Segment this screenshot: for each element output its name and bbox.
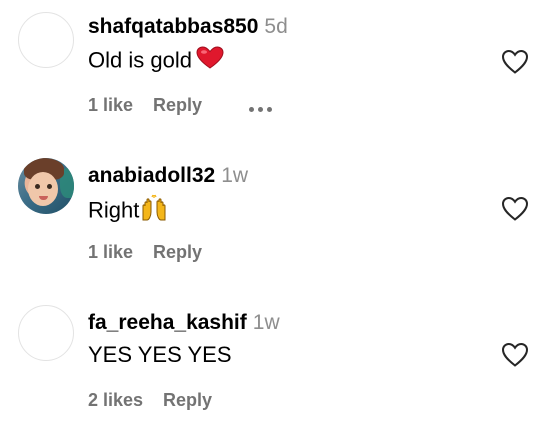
- reply-button[interactable]: Reply: [163, 389, 212, 411]
- comment-actions: 2 likes Reply: [88, 389, 232, 411]
- username[interactable]: fa_reeha_kashif: [88, 311, 247, 334]
- comment-text: Old is gold: [88, 46, 224, 77]
- comment-header: fa_reeha_kashif 1w: [88, 310, 280, 336]
- heart-outline-icon[interactable]: [501, 196, 529, 222]
- reply-button[interactable]: Reply: [153, 241, 202, 263]
- comment-actions: 1 like Reply: [88, 94, 222, 116]
- likes-count[interactable]: 2 likes: [88, 389, 143, 411]
- red-heart-icon: [196, 46, 224, 77]
- likes-count[interactable]: 1 like: [88, 241, 133, 263]
- username[interactable]: shafqatabbas850: [88, 15, 258, 38]
- heart-outline-icon[interactable]: [501, 49, 529, 75]
- comment-actions: 1 like Reply: [88, 241, 222, 263]
- comment-item: shafqatabbas850 5d Old is gold 1 like Repl…: [0, 0, 547, 130]
- comment-time: 1w: [252, 311, 280, 334]
- raising-hands-icon: [140, 194, 168, 229]
- comment-text-content: Old is gold: [88, 47, 192, 73]
- more-options-icon[interactable]: [249, 96, 276, 117]
- comment-text-content: YES YES YES: [88, 342, 232, 367]
- reply-button[interactable]: Reply: [153, 94, 202, 116]
- comment-time: 1w: [221, 164, 249, 187]
- avatar[interactable]: [18, 305, 74, 361]
- comment-header: shafqatabbas850 5d: [88, 14, 288, 40]
- comment-text-content: Right: [88, 197, 140, 223]
- comment-header: anabiadoll32 1w: [88, 163, 248, 189]
- avatar[interactable]: [18, 12, 74, 68]
- comment-time: 5d: [264, 15, 288, 38]
- likes-count[interactable]: 1 like: [88, 94, 133, 116]
- comment-item: anabiadoll32 1w Right 1 like Reply: [0, 146, 547, 276]
- avatar[interactable]: [18, 158, 74, 214]
- comment-item: fa_reeha_kashif 1w YES YES YES 2 likes Rep…: [0, 292, 547, 422]
- heart-outline-icon[interactable]: [501, 342, 529, 368]
- comment-text: YES YES YES: [88, 341, 232, 369]
- comments-list: shafqatabbas850 5d Old is gold 1 like Repl…: [0, 0, 547, 431]
- username[interactable]: anabiadoll32: [88, 164, 215, 187]
- comment-text: Right: [88, 194, 168, 229]
